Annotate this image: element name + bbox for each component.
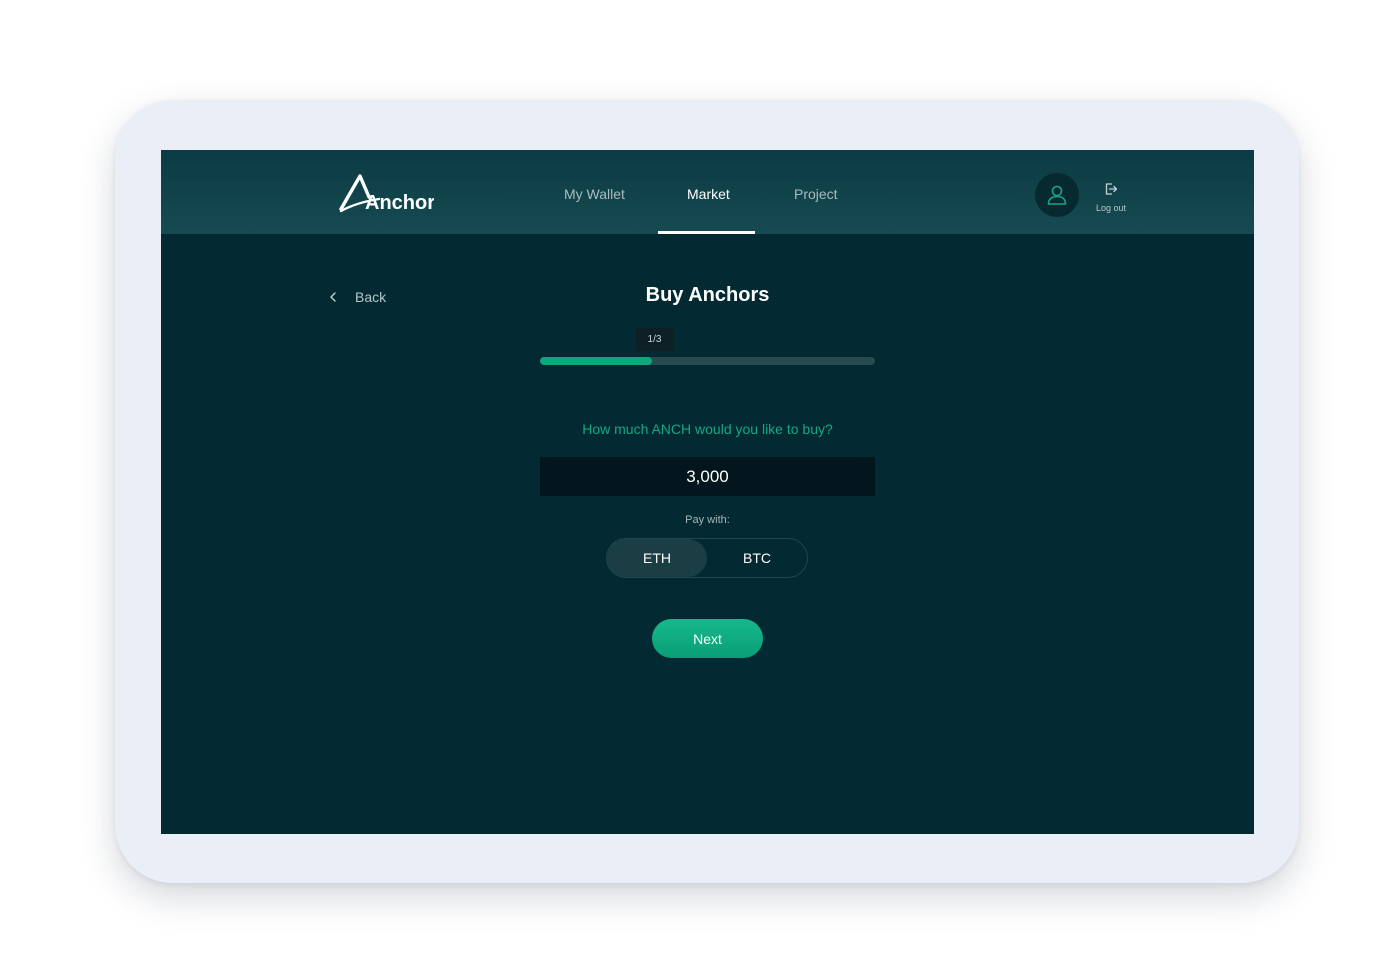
app-screen: Anchor My Wallet Market Project Log out … [161,150,1254,834]
profile-button[interactable] [1035,173,1079,217]
currency-toggle: ETH BTC [606,538,808,578]
progress-bar [540,357,875,365]
amount-question: How much ANCH would you like to buy? [582,421,833,437]
next-button[interactable]: Next [652,619,763,658]
step-indicator: 1/3 [636,328,673,351]
currency-option-eth[interactable]: ETH [607,539,707,577]
logout-button[interactable]: Log out [1093,182,1129,213]
logo-wordmark: Anchor [365,192,434,214]
user-icon [1047,185,1067,205]
logout-icon [1105,183,1118,195]
nav-project[interactable]: Project [794,186,838,202]
pay-with-label: Pay with: [685,514,730,526]
logout-label: Log out [1095,203,1127,213]
nav-my-wallet[interactable]: My Wallet [564,186,625,202]
page-title: Buy Anchors [645,284,770,306]
active-tab-indicator [658,231,755,234]
progress-bar-fill [540,357,652,365]
anch-amount-input[interactable] [540,457,875,496]
currency-option-btc[interactable]: BTC [707,539,807,577]
top-navigation-bar: Anchor My Wallet Market Project Log out [161,150,1254,234]
anchor-logo[interactable]: Anchor [339,172,434,216]
nav-market[interactable]: Market [687,186,730,202]
